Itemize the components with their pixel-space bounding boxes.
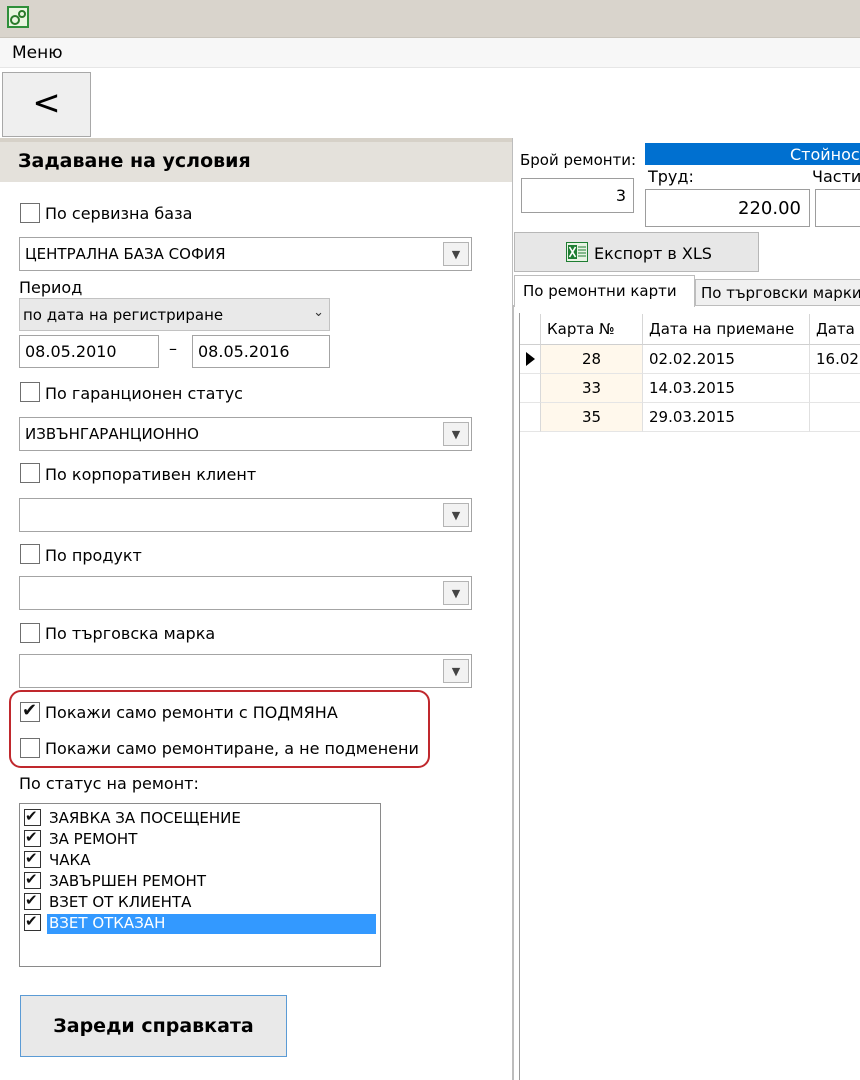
warranty-status-value: ИЗВЪНГАРАНЦИОННО <box>25 425 199 443</box>
grid-corner-header <box>520 314 541 345</box>
menu-bar <box>0 38 860 68</box>
status-checkbox[interactable] <box>24 870 41 889</box>
service-base-value: ЦЕНТРАЛНА БАЗА СОФИЯ <box>25 245 226 263</box>
excel-icon <box>566 242 588 262</box>
trademark-checkbox[interactable] <box>20 623 40 643</box>
table-cell[interactable]: 33 <box>541 374 643 403</box>
chevron-down-icon[interactable]: ▼ <box>443 422 469 446</box>
period-to-input[interactable]: 08.05.2016 <box>192 335 330 368</box>
labor-value-field: 220.00 <box>645 189 810 227</box>
table-cell[interactable] <box>810 403 860 432</box>
product-checkbox[interactable] <box>20 544 40 564</box>
parts-label: Части <box>812 167 860 186</box>
table-cell[interactable]: 35 <box>541 403 643 432</box>
table-cell[interactable]: 29.03.2015 <box>643 403 810 432</box>
status-checkbox[interactable] <box>24 849 41 868</box>
repair-status-label: По статус на ремонт: <box>19 774 199 793</box>
trademark-combo[interactable]: ▼ <box>19 654 472 688</box>
table-cell[interactable]: 16.02 <box>810 345 860 374</box>
status-checkbox[interactable] <box>24 912 41 931</box>
period-mode-value: по дата на регистриране <box>23 306 224 324</box>
tab-page-border <box>513 306 514 1080</box>
parts-value-field <box>815 189 860 227</box>
labor-label: Труд: <box>648 167 694 186</box>
show-only-replacement-label: Покажи само ремонти с ПОДМЯНА <box>45 703 338 722</box>
conditions-title: Задаване на условия <box>18 150 251 172</box>
table-cell[interactable] <box>810 374 860 403</box>
row-header[interactable] <box>520 403 541 432</box>
warranty-status-combo[interactable]: ИЗВЪНГАРАНЦИОННО ▼ <box>19 417 472 451</box>
tab-label: По ремонтни карти <box>523 282 677 300</box>
period-mode-select[interactable]: по дата на регистриране ⌄ <box>19 298 330 331</box>
column-header-receive-date[interactable]: Дата на приемане <box>643 314 810 345</box>
status-label: ВЗЕТ ОТ КЛИЕНТА <box>49 893 192 911</box>
chevron-down-icon[interactable]: ▼ <box>443 242 469 266</box>
back-button[interactable]: < <box>2 72 91 137</box>
status-checkbox[interactable] <box>24 891 41 910</box>
product-label: По продукт <box>45 546 142 565</box>
repairs-count-label: Брой ремонти: <box>520 151 637 169</box>
corporate-client-combo[interactable]: ▼ <box>19 498 472 532</box>
period-from-input[interactable]: 08.05.2010 <box>19 335 159 368</box>
cost-label: Стойност <box>790 145 860 164</box>
product-combo[interactable]: ▼ <box>19 576 472 610</box>
table-cell[interactable]: 28 <box>541 345 643 374</box>
status-label: ЧАКА <box>49 851 91 869</box>
service-base-checkbox[interactable] <box>20 203 40 223</box>
column-header-card-no[interactable]: Карта № <box>541 314 643 345</box>
export-label: Експорт в XLS <box>594 244 712 263</box>
service-base-combo[interactable]: ЦЕНТРАЛНА БАЗА СОФИЯ ▼ <box>19 237 472 271</box>
warranty-status-label: По гаранционен статус <box>45 384 243 403</box>
chevron-down-icon[interactable]: ⌄ <box>313 305 324 320</box>
row-header[interactable] <box>520 374 541 403</box>
status-checkbox[interactable] <box>24 807 41 826</box>
column-header-date[interactable]: Дата <box>810 314 860 345</box>
table-cell[interactable]: 14.03.2015 <box>643 374 810 403</box>
load-report-button[interactable]: Зареди справката <box>20 995 287 1057</box>
corporate-client-checkbox[interactable] <box>20 463 40 483</box>
status-checkbox[interactable] <box>24 828 41 847</box>
repairs-count-field: 3 <box>521 178 634 213</box>
show-only-repairs-label: Покажи само ремонтиране, а не подменени <box>45 739 419 758</box>
corporate-client-label: По корпоративен клиент <box>45 465 257 484</box>
period-separator: – <box>169 339 177 358</box>
chevron-down-icon[interactable]: ▼ <box>443 659 469 683</box>
service-base-label: По сервизна база <box>45 204 193 223</box>
status-label: ЗА РЕМОНТ <box>49 830 138 848</box>
current-row-icon <box>526 352 535 366</box>
show-only-repairs-checkbox[interactable] <box>20 738 40 758</box>
status-label: ЗАЯВКА ЗА ПОСЕЩЕНИЕ <box>49 809 241 827</box>
menu-item[interactable]: Меню <box>12 43 63 63</box>
show-only-replacement-checkbox[interactable] <box>20 700 40 722</box>
status-label: ЗАВЪРШЕН РЕМОНТ <box>49 872 206 890</box>
chevron-down-icon[interactable]: ▼ <box>443 503 469 527</box>
tab-label: По търговски марки <box>701 284 860 302</box>
warranty-status-checkbox[interactable] <box>20 382 40 402</box>
status-label: ВЗЕТ ОТКАЗАН <box>47 914 376 934</box>
table-cell[interactable]: 02.02.2015 <box>643 345 810 374</box>
trademark-label: По търговска марка <box>45 624 216 643</box>
window-title-bar <box>0 0 860 38</box>
period-label: Период <box>19 278 83 297</box>
app-gear-icon <box>7 6 29 28</box>
chevron-down-icon[interactable]: ▼ <box>443 581 469 605</box>
